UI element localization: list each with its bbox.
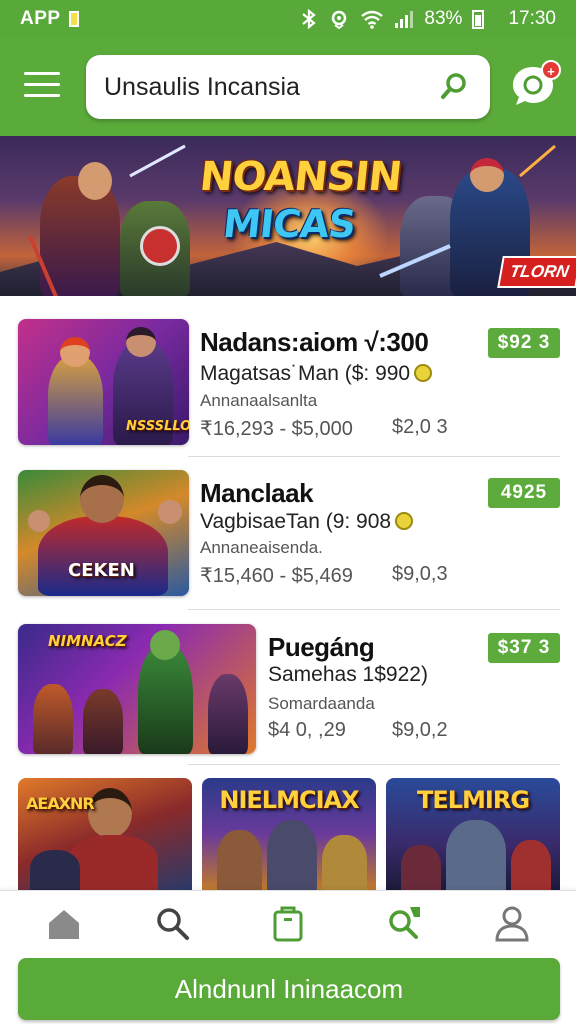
magnify-tag-icon[interactable] bbox=[384, 903, 424, 943]
signal-icon bbox=[394, 9, 414, 29]
price-badge[interactable]: $37 3 bbox=[488, 633, 560, 663]
profile-icon[interactable] bbox=[492, 903, 532, 943]
bottom-navigation bbox=[0, 890, 576, 952]
primary-action-button[interactable]: Alndnunl Ininaacom bbox=[18, 958, 560, 1020]
notification-badge: + bbox=[541, 60, 561, 80]
grid-tile[interactable]: AEAXNR bbox=[18, 778, 192, 890]
divider bbox=[188, 764, 560, 765]
listing-title: Manclaak bbox=[200, 478, 314, 508]
wifi-icon bbox=[360, 9, 384, 29]
price-badge[interactable]: $92 3 bbox=[488, 328, 560, 358]
list-item[interactable]: CEKEN Manclaak VagbisaeTan (9: 908 Annan… bbox=[0, 470, 576, 596]
home-icon[interactable] bbox=[44, 903, 84, 943]
tile-caption: TELMIRG bbox=[416, 786, 530, 814]
list-item[interactable]: NIMNACZ Puegáng Samehas 1$922) Somardaan… bbox=[0, 624, 576, 754]
listing-alt-price: $9,0,2 bbox=[392, 719, 448, 741]
grid-tile[interactable]: TELMIRG bbox=[386, 778, 560, 890]
listing-subtitle: VagbisaeTan (9: 908 bbox=[200, 510, 392, 533]
divider bbox=[188, 609, 560, 610]
sim-icon bbox=[68, 11, 79, 27]
divider bbox=[188, 456, 560, 457]
listing-price-range: $4 0, ,29 bbox=[268, 719, 346, 741]
tile-caption: NIELMCIAX bbox=[219, 786, 359, 814]
shopping-bag-icon[interactable] bbox=[268, 903, 308, 943]
listing-subtitle: Magatsas˙Man ($: 990 bbox=[200, 362, 411, 385]
thumbnail-caption: NSSSLLO bbox=[126, 419, 189, 434]
coin-icon bbox=[395, 512, 414, 530]
battery-percent: 83% bbox=[424, 8, 463, 29]
battery-icon bbox=[472, 9, 485, 29]
thumbnail-caption: CEKEN bbox=[68, 560, 135, 581]
bluetooth-icon bbox=[300, 9, 318, 29]
listing-alt-price: $9,0,3 bbox=[392, 563, 448, 585]
grid-tile[interactable]: NIELMCIAX bbox=[202, 778, 376, 890]
banner-tag: TLORN bbox=[497, 256, 576, 288]
search-input[interactable] bbox=[104, 55, 434, 119]
hamburger-menu-icon[interactable] bbox=[24, 72, 60, 98]
price-badge[interactable]: 4925 bbox=[488, 478, 560, 508]
game-thumbnail: NIMNACZ bbox=[18, 624, 256, 754]
search-bar[interactable] bbox=[86, 55, 490, 119]
carrier-label: APP bbox=[20, 8, 61, 29]
app-header: + bbox=[0, 38, 576, 136]
listing-meta: Annaneaisenda. bbox=[200, 538, 323, 557]
game-grid: AEAXNR NIELMCIAX TELMIRG bbox=[18, 778, 560, 890]
thumbnail-caption: NIMNACZ bbox=[48, 632, 127, 650]
listing-meta: Somardaanda bbox=[268, 694, 375, 713]
listing-price-range: ₹16,293 - $5,000 bbox=[200, 418, 353, 440]
status-bar: APP 83% 17:30 bbox=[0, 0, 576, 38]
listing-alt-price: $2,0 3 bbox=[392, 416, 448, 438]
clock: 17:30 bbox=[508, 8, 556, 29]
location-icon bbox=[328, 9, 350, 29]
banner-title: NOANSIN bbox=[197, 154, 404, 200]
search-icon[interactable] bbox=[440, 71, 470, 101]
listing-price-range: ₹15,460 - $5,469 bbox=[200, 565, 353, 587]
game-thumbnail: NSSSLLO bbox=[18, 319, 189, 445]
listing-subtitle: Samehas 1$922) bbox=[268, 663, 428, 686]
promo-banner[interactable]: NOANSIN MICAS TLORN bbox=[0, 136, 576, 296]
listing-meta: Annanaalsanlta bbox=[200, 391, 318, 410]
listing-title: Nadans:aiom √:300 bbox=[200, 327, 429, 357]
listing-title: Puegáng bbox=[268, 632, 375, 662]
coin-icon bbox=[414, 364, 433, 382]
game-thumbnail: CEKEN bbox=[18, 470, 189, 596]
tile-caption: AEAXNR bbox=[26, 794, 95, 813]
search-icon[interactable] bbox=[152, 903, 192, 943]
list-item[interactable]: NSSSLLO Nadans:aiom √:300 Magatsas˙Man (… bbox=[0, 319, 576, 445]
banner-subtitle: MICAS bbox=[220, 202, 358, 246]
